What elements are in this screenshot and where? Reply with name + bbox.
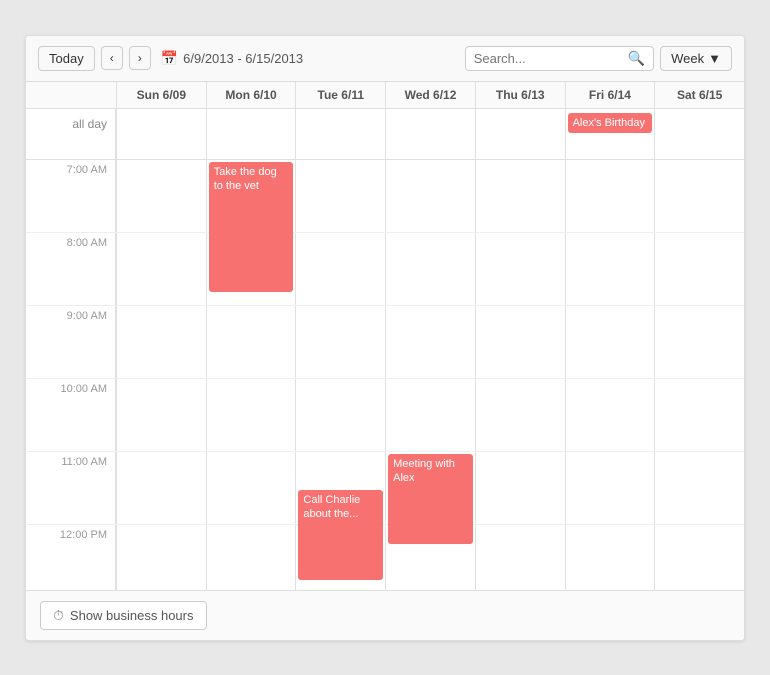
calendar-icon: 📅 bbox=[161, 50, 178, 67]
cell-10am-tue[interactable] bbox=[295, 379, 385, 451]
cell-12pm-thu[interactable] bbox=[475, 525, 565, 590]
toolbar: Today ‹ › 📅 6/9/2013 - 6/15/2013 🔍 Week … bbox=[26, 36, 744, 82]
header-sun: Sun 6/09 bbox=[116, 82, 206, 108]
cell-8am-wed[interactable] bbox=[385, 233, 475, 305]
allday-mon[interactable] bbox=[206, 109, 296, 159]
cell-9am-thu[interactable] bbox=[475, 306, 565, 378]
cell-12pm-fri[interactable] bbox=[565, 525, 655, 590]
cell-12pm-wed[interactable] bbox=[385, 525, 475, 590]
header-row: Sun 6/09 Mon 6/10 Tue 6/11 Wed 6/12 Thu … bbox=[26, 82, 744, 109]
prev-button[interactable]: ‹ bbox=[101, 46, 123, 70]
cell-10am-mon[interactable] bbox=[206, 379, 296, 451]
allday-tue[interactable] bbox=[295, 109, 385, 159]
header-sat: Sat 6/15 bbox=[654, 82, 744, 108]
time-label-10am: 10:00 AM bbox=[26, 379, 116, 451]
cell-10am-sat[interactable] bbox=[654, 379, 744, 451]
cell-11am-sun[interactable] bbox=[116, 452, 206, 524]
cell-11am-mon[interactable] bbox=[206, 452, 296, 524]
cell-7am-sun[interactable] bbox=[116, 160, 206, 232]
cell-8am-sat[interactable] bbox=[654, 233, 744, 305]
header-wed: Wed 6/12 bbox=[385, 82, 475, 108]
time-label-12pm: 12:00 PM bbox=[26, 525, 116, 590]
cell-8am-sun[interactable] bbox=[116, 233, 206, 305]
time-label-7am: 7:00 AM bbox=[26, 160, 116, 232]
time-label-11am: 11:00 AM bbox=[26, 452, 116, 524]
cell-11am-thu[interactable] bbox=[475, 452, 565, 524]
allday-fri[interactable]: Alex's Birthday bbox=[565, 109, 655, 159]
header-tue: Tue 6/11 bbox=[295, 82, 385, 108]
search-input[interactable] bbox=[474, 51, 624, 66]
header-time-col bbox=[26, 82, 116, 108]
footer: ⏱ Show business hours bbox=[26, 590, 744, 640]
time-label-9am: 9:00 AM bbox=[26, 306, 116, 378]
cell-8am-fri[interactable] bbox=[565, 233, 655, 305]
cell-9am-tue[interactable] bbox=[295, 306, 385, 378]
search-box[interactable]: 🔍 bbox=[465, 46, 654, 71]
calendar-container: Today ‹ › 📅 6/9/2013 - 6/15/2013 🔍 Week … bbox=[25, 35, 745, 641]
time-row-11am: 11:00 AM Call Charlie about the... Meeti… bbox=[26, 452, 744, 525]
week-dropdown-icon: ▼ bbox=[708, 51, 721, 66]
cell-9am-fri[interactable] bbox=[565, 306, 655, 378]
cell-8am-tue[interactable] bbox=[295, 233, 385, 305]
cell-9am-mon[interactable] bbox=[206, 306, 296, 378]
time-label-8am: 8:00 AM bbox=[26, 233, 116, 305]
event-alexs-birthday[interactable]: Alex's Birthday bbox=[568, 113, 653, 133]
clock-icon: ⏱ bbox=[53, 607, 64, 624]
header-fri: Fri 6/14 bbox=[565, 82, 655, 108]
search-icon: 🔍 bbox=[628, 50, 645, 67]
allday-thu[interactable] bbox=[475, 109, 565, 159]
cell-10am-sun[interactable] bbox=[116, 379, 206, 451]
cell-9am-sat[interactable] bbox=[654, 306, 744, 378]
cell-7am-thu[interactable] bbox=[475, 160, 565, 232]
cell-12pm-sun[interactable] bbox=[116, 525, 206, 590]
cell-7am-sat[interactable] bbox=[654, 160, 744, 232]
time-row-8am: 8:00 AM bbox=[26, 233, 744, 306]
cell-10am-thu[interactable] bbox=[475, 379, 565, 451]
date-range: 📅 6/9/2013 - 6/15/2013 bbox=[161, 50, 303, 67]
cell-10am-wed[interactable] bbox=[385, 379, 475, 451]
cell-7am-tue[interactable] bbox=[295, 160, 385, 232]
cell-9am-wed[interactable] bbox=[385, 306, 475, 378]
cell-9am-sun[interactable] bbox=[116, 306, 206, 378]
header-thu: Thu 6/13 bbox=[475, 82, 565, 108]
calendar-grid: Sun 6/09 Mon 6/10 Tue 6/11 Wed 6/12 Thu … bbox=[26, 82, 744, 590]
time-row-10am: 10:00 AM bbox=[26, 379, 744, 452]
cell-11am-sat[interactable] bbox=[654, 452, 744, 524]
header-mon: Mon 6/10 bbox=[206, 82, 296, 108]
cell-10am-fri[interactable] bbox=[565, 379, 655, 451]
week-label: Week bbox=[671, 51, 704, 66]
date-range-text: 6/9/2013 - 6/15/2013 bbox=[183, 51, 303, 66]
allday-wed[interactable] bbox=[385, 109, 475, 159]
allday-label: all day bbox=[26, 109, 116, 159]
cell-7am-mon[interactable]: Take the dog to the vet bbox=[206, 160, 296, 232]
week-button[interactable]: Week ▼ bbox=[660, 46, 732, 71]
cell-12pm-sat[interactable] bbox=[654, 525, 744, 590]
cell-7am-fri[interactable] bbox=[565, 160, 655, 232]
cell-7am-wed[interactable] bbox=[385, 160, 475, 232]
show-business-hours-label: Show business hours bbox=[70, 608, 194, 623]
time-rows: 7:00 AM Take the dog to the vet 8:00 AM bbox=[26, 160, 744, 590]
allday-sun[interactable] bbox=[116, 109, 206, 159]
time-row-7am: 7:00 AM Take the dog to the vet bbox=[26, 160, 744, 233]
cell-8am-thu[interactable] bbox=[475, 233, 565, 305]
cell-11am-wed[interactable]: Meeting with Alex bbox=[385, 452, 475, 524]
cell-11am-fri[interactable] bbox=[565, 452, 655, 524]
cell-8am-mon[interactable] bbox=[206, 233, 296, 305]
cell-11am-tue[interactable]: Call Charlie about the... bbox=[295, 452, 385, 524]
time-row-9am: 9:00 AM bbox=[26, 306, 744, 379]
today-button[interactable]: Today bbox=[38, 46, 95, 71]
cell-12pm-mon[interactable] bbox=[206, 525, 296, 590]
time-row-12pm: 12:00 PM bbox=[26, 525, 744, 590]
allday-sat[interactable] bbox=[654, 109, 744, 159]
cell-12pm-tue[interactable] bbox=[295, 525, 385, 590]
show-business-hours-button[interactable]: ⏱ Show business hours bbox=[40, 601, 207, 630]
allday-row: all day Alex's Birthday bbox=[26, 109, 744, 160]
next-button[interactable]: › bbox=[129, 46, 151, 70]
